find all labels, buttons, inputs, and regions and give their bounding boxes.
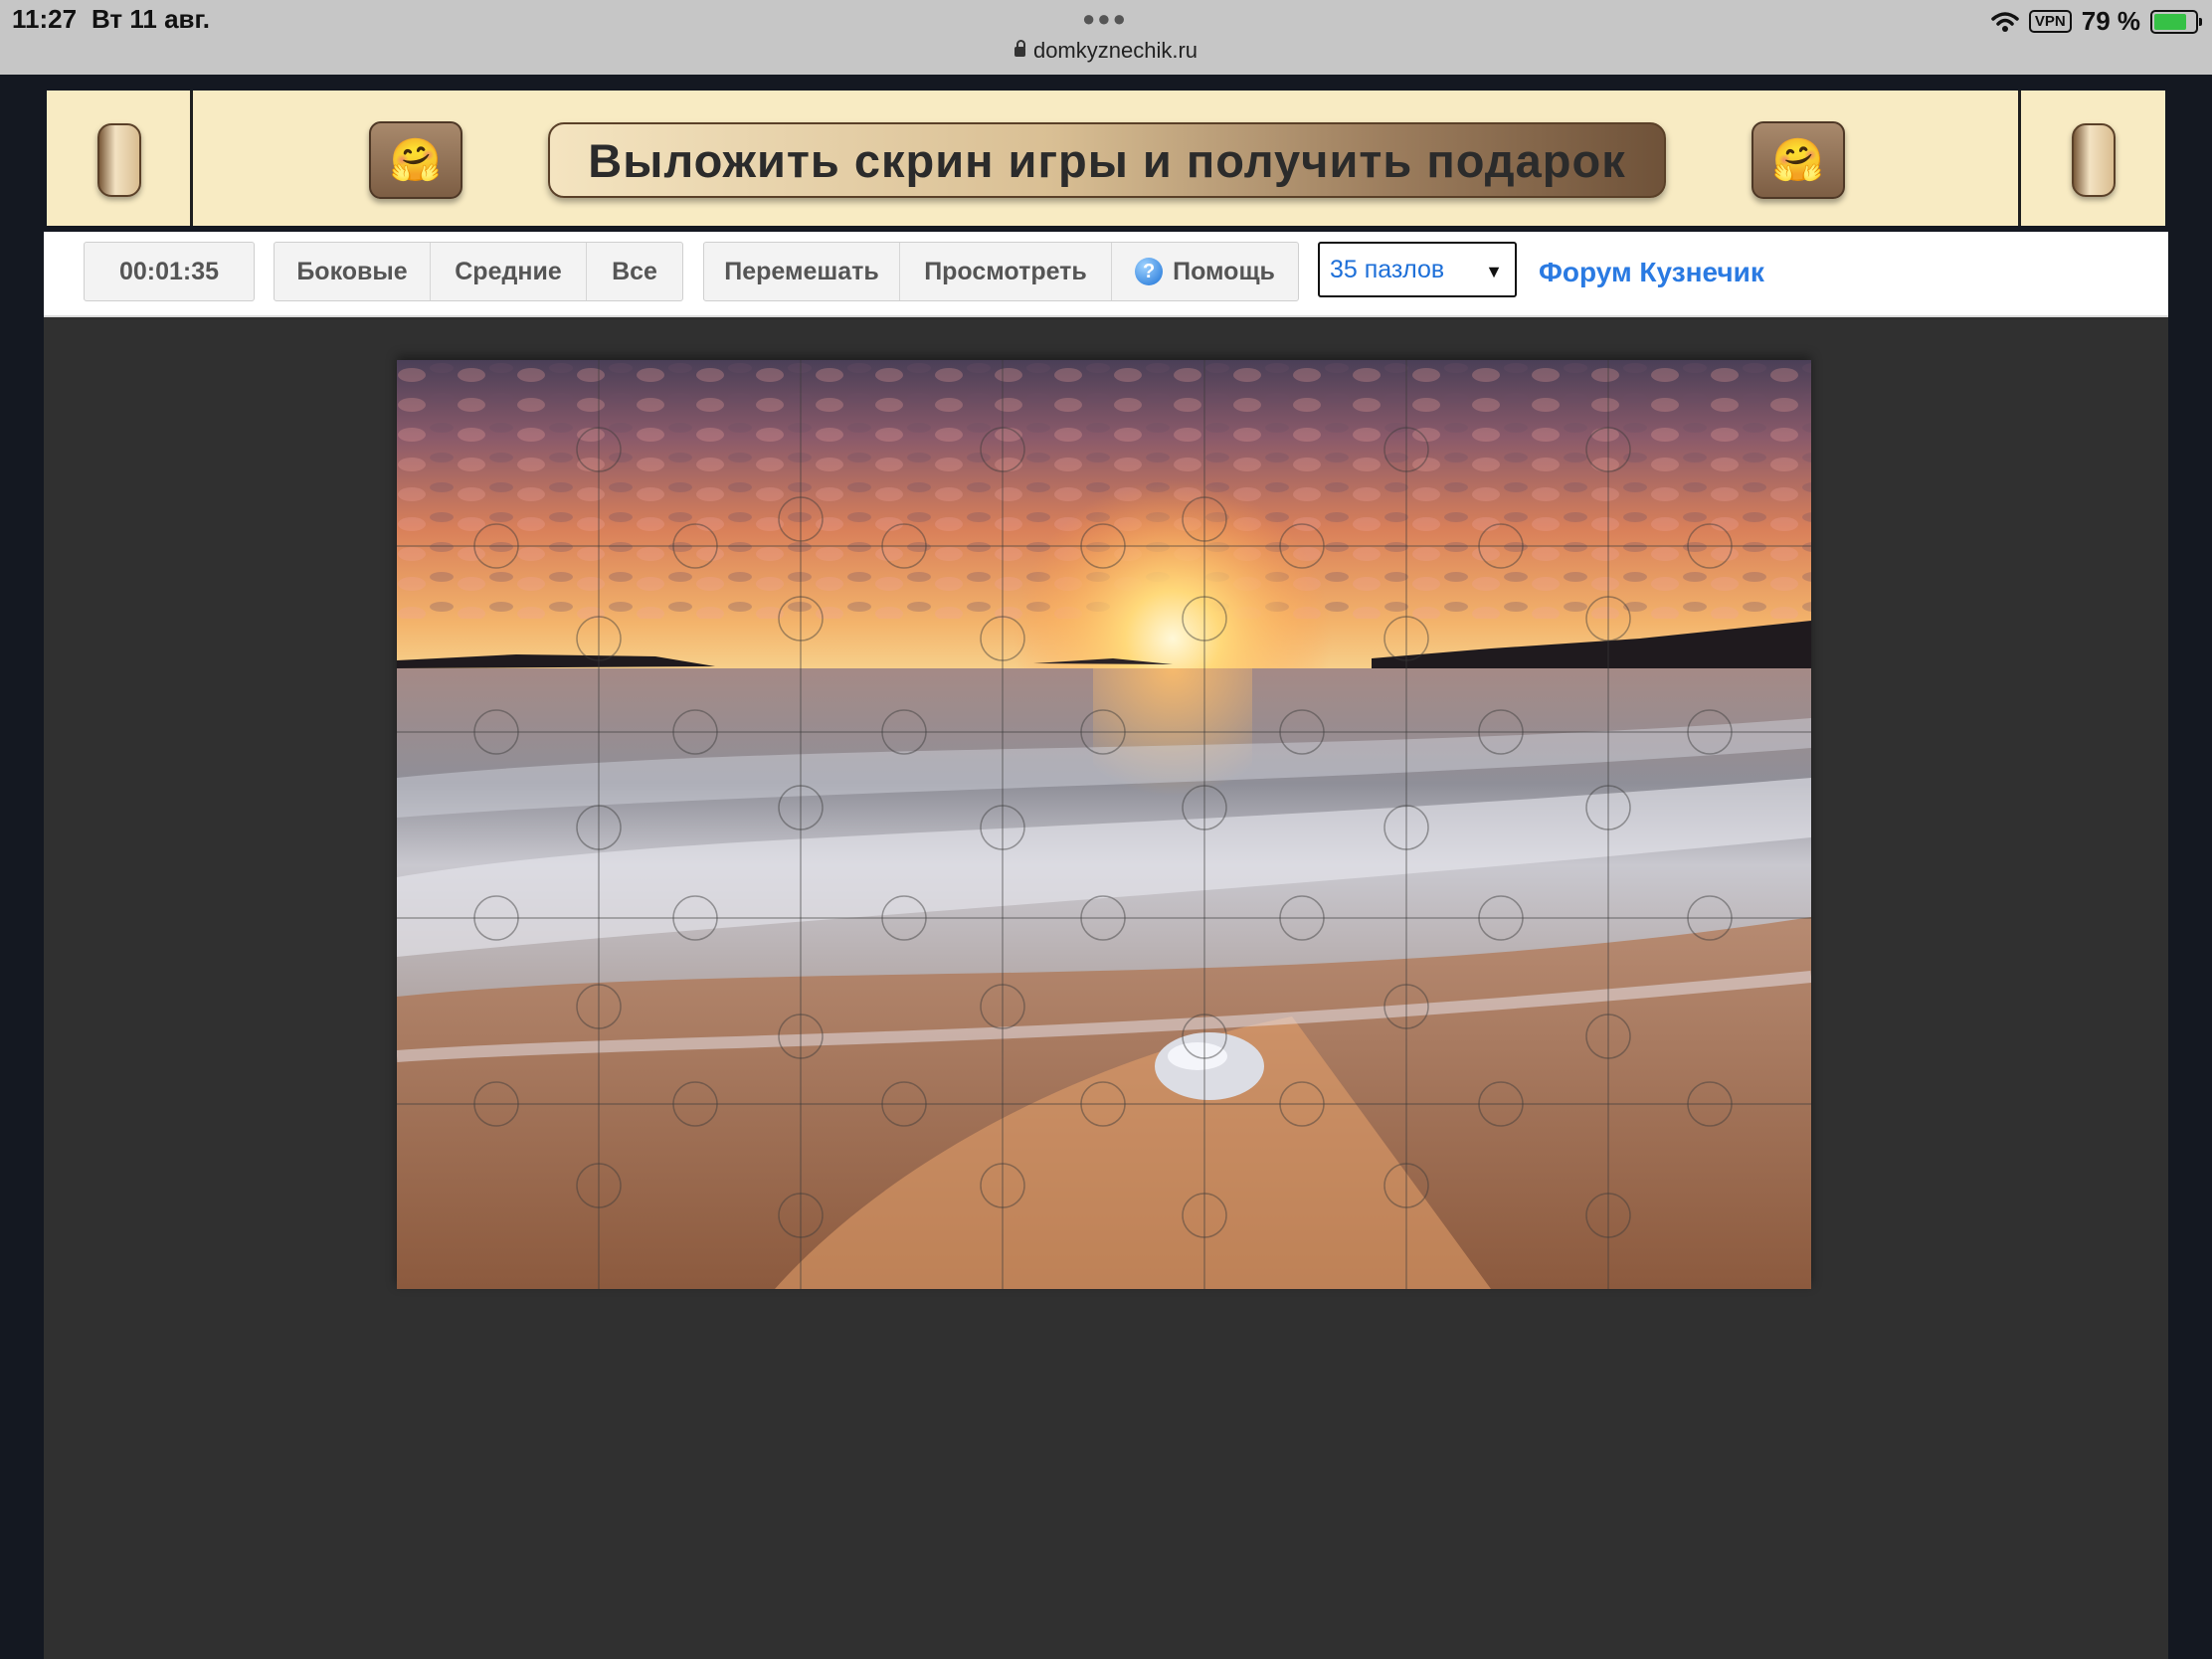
help-button[interactable]: ? Помощь [1112,243,1298,300]
pieces-select[interactable]: 35 пазлов ▼ [1318,242,1517,297]
question-icon: ? [1135,258,1164,285]
hug-emoji-button[interactable]: 🤗 [1751,121,1845,199]
status-right: VPN 79 % [1991,6,2202,37]
ios-status-bar: 11:27 Вт 11 авг. ●●● domkyznechik.ru VPN… [0,0,2212,75]
preview-button[interactable]: Просмотреть [900,243,1112,300]
battery-percent: 79 % [2081,6,2140,36]
vpn-badge: VPN [2028,10,2072,33]
more-dots-icon[interactable]: ●●● [1082,6,1128,32]
wifi-icon [1991,11,2019,32]
banner-divider [2018,91,2021,226]
puzzle-toolbar: 00:01:35 Боковые Средние Все Перемешать … [44,232,2168,317]
filter-all-button[interactable]: Все [587,243,682,300]
dropdown-arrow-icon: ▼ [1485,262,1503,281]
status-date: Вт 11 авг. [92,4,210,34]
filter-middle-button[interactable]: Средние [431,243,587,300]
banner-divider [190,91,193,226]
hug-emoji-icon: 🤗 [1771,135,1825,183]
timer: 00:01:35 [118,257,220,285]
puzzle-image [397,360,1811,1289]
shuffle-button[interactable]: Перемешать [704,243,900,300]
hug-emoji-icon: 🤗 [389,135,443,183]
filter-edge-button[interactable]: Боковые [275,243,431,300]
address-bar[interactable]: domkyznechik.ru [0,38,2212,64]
hug-emoji-button[interactable]: 🤗 [369,121,462,199]
filter-group: Боковые Средние Все [274,242,683,301]
share-screenshot-button[interactable]: Выложить скрин игры и получить подарок [548,122,1666,198]
lock-icon [1014,40,1025,57]
url-text: domkyznechik.ru [1032,38,1198,63]
puzzle-board[interactable] [397,360,1811,1289]
right-scroll-button[interactable] [2072,123,2116,197]
forum-link[interactable]: Форум Кузнечик [1539,257,1764,288]
actions-group: Перемешать Просмотреть ? Помощь [703,242,1299,301]
timer-box: 00:01:35 [84,242,255,301]
left-scroll-button[interactable] [97,123,141,197]
battery-icon [2150,9,2202,34]
pieces-select-value: 35 пазлов [1330,255,1445,283]
help-label: Помощь [1173,257,1275,285]
status-time: 11:27 [12,4,78,34]
